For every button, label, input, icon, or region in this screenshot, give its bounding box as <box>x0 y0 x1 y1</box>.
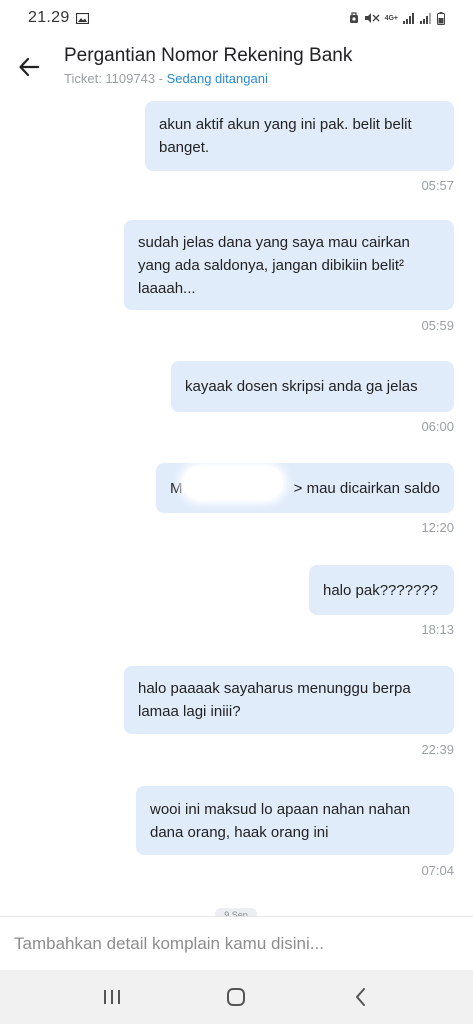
message-text: kayaak dosen skripsi anda ga jelas <box>185 378 418 395</box>
page-title: Pergantian Nomor Rekening Bank <box>64 45 353 66</box>
status-time: 21.29 <box>28 9 70 26</box>
message-time: 05:59 <box>421 318 454 333</box>
message-text: akun aktif akun yang ini pak. belit beli… <box>159 116 412 156</box>
status-bar: 21.29 4G+ <box>0 0 473 36</box>
chat-message: halo paaaak sayaharus menunggu berpa lam… <box>124 666 454 734</box>
input-bar <box>0 916 473 970</box>
message-time: 18:13 <box>421 622 454 637</box>
mute-vibrate-icon <box>364 13 380 23</box>
message-time: 06:00 <box>421 419 454 434</box>
alarm-icon <box>349 12 358 23</box>
ticket-subtitle: Ticket: 1109743 - Sedang ditangani <box>64 71 268 86</box>
chat-thread[interactable]: akun aktif akun yang ini pak. belit beli… <box>0 96 473 916</box>
ticket-status: Sedang ditangani <box>166 71 268 86</box>
chat-message: wooi ini maksud lo apaan nahan nahan dan… <box>136 786 454 855</box>
system-nav-bar <box>0 970 473 1024</box>
message-time: 22:39 <box>421 742 454 757</box>
message-text-start: M <box>170 479 183 497</box>
back-button[interactable] <box>14 52 44 82</box>
signal-icon <box>420 12 431 24</box>
message-text-end: > mau dicairkan saldo <box>293 479 440 497</box>
back-icon <box>355 988 365 1006</box>
chat-message: kayaak dosen skripsi anda ga jelas <box>171 361 454 412</box>
4g-icon: 4G+ <box>384 14 398 22</box>
home-button[interactable] <box>216 977 256 1017</box>
signal-icon <box>403 12 414 24</box>
chat-message: halo pak??????? <box>309 565 454 615</box>
recent-apps-icon <box>104 990 121 1004</box>
date-chip: 9 Sep <box>215 908 257 916</box>
message-time: 12:20 <box>421 520 454 535</box>
message-text: wooi ini maksud lo apaan nahan nahan dan… <box>150 800 411 841</box>
message-time: 05:57 <box>421 178 454 193</box>
arrow-left-icon <box>19 57 40 77</box>
message-text: halo pak??????? <box>323 581 439 599</box>
status-icons: 4G+ <box>349 11 445 25</box>
complaint-input[interactable] <box>0 917 473 970</box>
battery-icon <box>437 11 445 25</box>
message-text: sudah jelas dana yang saya mau cairkan y… <box>138 233 410 297</box>
home-icon <box>227 988 246 1006</box>
back-nav-button[interactable] <box>341 977 381 1017</box>
chat-header: Pergantian Nomor Rekening Bank Ticket: 1… <box>0 36 473 96</box>
redaction-scribble <box>183 466 283 500</box>
chat-message: akun aktif akun yang ini pak. belit beli… <box>145 101 454 171</box>
recent-apps-button[interactable] <box>92 977 132 1017</box>
ticket-number: Ticket: 1109743 - <box>64 71 167 86</box>
message-time: 07:04 <box>421 863 454 878</box>
chat-message: sudah jelas dana yang saya mau cairkan y… <box>124 220 454 310</box>
message-text: halo paaaak sayaharus menunggu berpa lam… <box>138 680 411 720</box>
image-icon <box>75 12 89 24</box>
